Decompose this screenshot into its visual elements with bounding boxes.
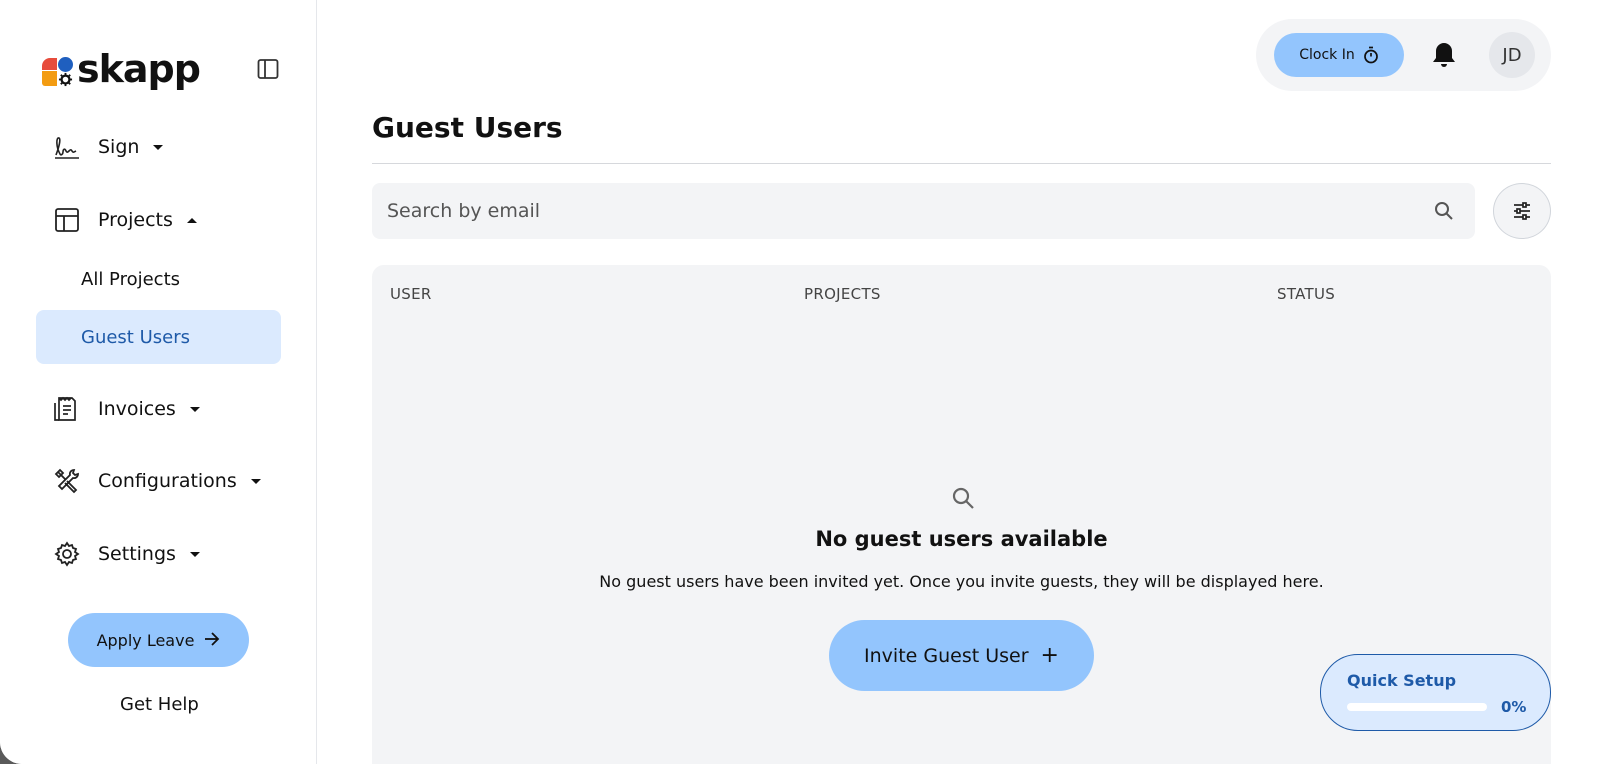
apply-leave-label: Apply Leave [96,630,195,650]
empty-state-description: No guest users have been invited yet. On… [599,572,1324,591]
sidebar-subitem-label: All Projects [81,268,180,290]
sidebar-item-invoices[interactable]: Invoices [52,389,200,429]
quick-setup-progress-label: 0% [1501,698,1527,716]
filter-sliders-icon [1514,202,1530,220]
gear-icon [52,539,82,569]
sidebar-subitem-label: Guest Users [81,326,190,348]
user-avatar[interactable]: JD [1489,32,1535,78]
app-name: skapp [77,47,201,91]
plus-icon: + [1040,643,1059,668]
quick-setup-title: Quick Setup [1347,671,1457,690]
search-icon [1435,202,1453,220]
chevron-down-icon [250,478,261,484]
filter-button[interactable] [1493,183,1551,239]
clock-in-button[interactable]: Clock In [1274,33,1404,77]
sidebar-subitem-guest-users[interactable]: Guest Users [36,310,281,364]
page-title: Guest Users [372,111,563,144]
invoice-icon [52,394,82,424]
sidebar-item-label: Projects [98,209,173,231]
column-header-status[interactable]: STATUS [1277,285,1335,303]
invite-guest-user-label: Invite Guest User [864,644,1029,667]
search-input[interactable] [372,200,1433,222]
quick-setup-widget[interactable]: Quick Setup 0% [1320,654,1551,731]
tools-icon [52,466,82,496]
column-header-projects[interactable]: PROJECTS [804,285,881,303]
title-divider [372,163,1551,164]
signature-icon [52,132,82,162]
logo-mark-icon [42,52,74,87]
sidebar-item-label: Invoices [98,398,176,420]
sidebar-item-label: Settings [98,543,176,565]
app-logo[interactable]: skapp [42,47,201,91]
notification-bell-icon[interactable] [1431,41,1457,69]
sidebar-item-sign[interactable]: Sign [52,127,164,167]
sidebar-item-configurations[interactable]: Configurations [52,461,261,501]
sidebar-item-label: Configurations [98,470,237,492]
invite-guest-user-button[interactable]: Invite Guest User + [829,620,1094,691]
sidebar: skapp Sign Projects All Projects Guest U… [0,0,317,764]
stopwatch-icon [1363,46,1378,64]
app-window: skapp Sign Projects All Projects Guest U… [0,0,1600,764]
search-bar [372,183,1475,239]
column-header-user[interactable]: USER [390,285,432,303]
projects-grid-icon [52,205,82,235]
empty-state-title: No guest users available [815,527,1108,551]
sidebar-subitem-all-projects[interactable]: All Projects [36,252,281,306]
arrow-right-icon [204,631,220,650]
get-help-link[interactable]: Get Help [120,694,199,715]
chevron-down-icon [189,551,200,557]
sidebar-collapse-icon[interactable] [256,57,280,81]
sidebar-item-label: Sign [98,136,140,158]
clock-in-label: Clock In [1299,47,1355,63]
apply-leave-button[interactable]: Apply Leave [68,613,249,667]
chevron-down-icon [189,406,200,412]
search-icon [952,487,974,509]
sidebar-item-settings[interactable]: Settings [52,534,200,574]
chevron-up-icon [186,217,197,223]
quick-setup-progress-bar [1347,703,1487,711]
sidebar-item-projects[interactable]: Projects [52,200,197,240]
topbar: Clock In JD [1256,19,1551,91]
chevron-down-icon [153,144,164,150]
